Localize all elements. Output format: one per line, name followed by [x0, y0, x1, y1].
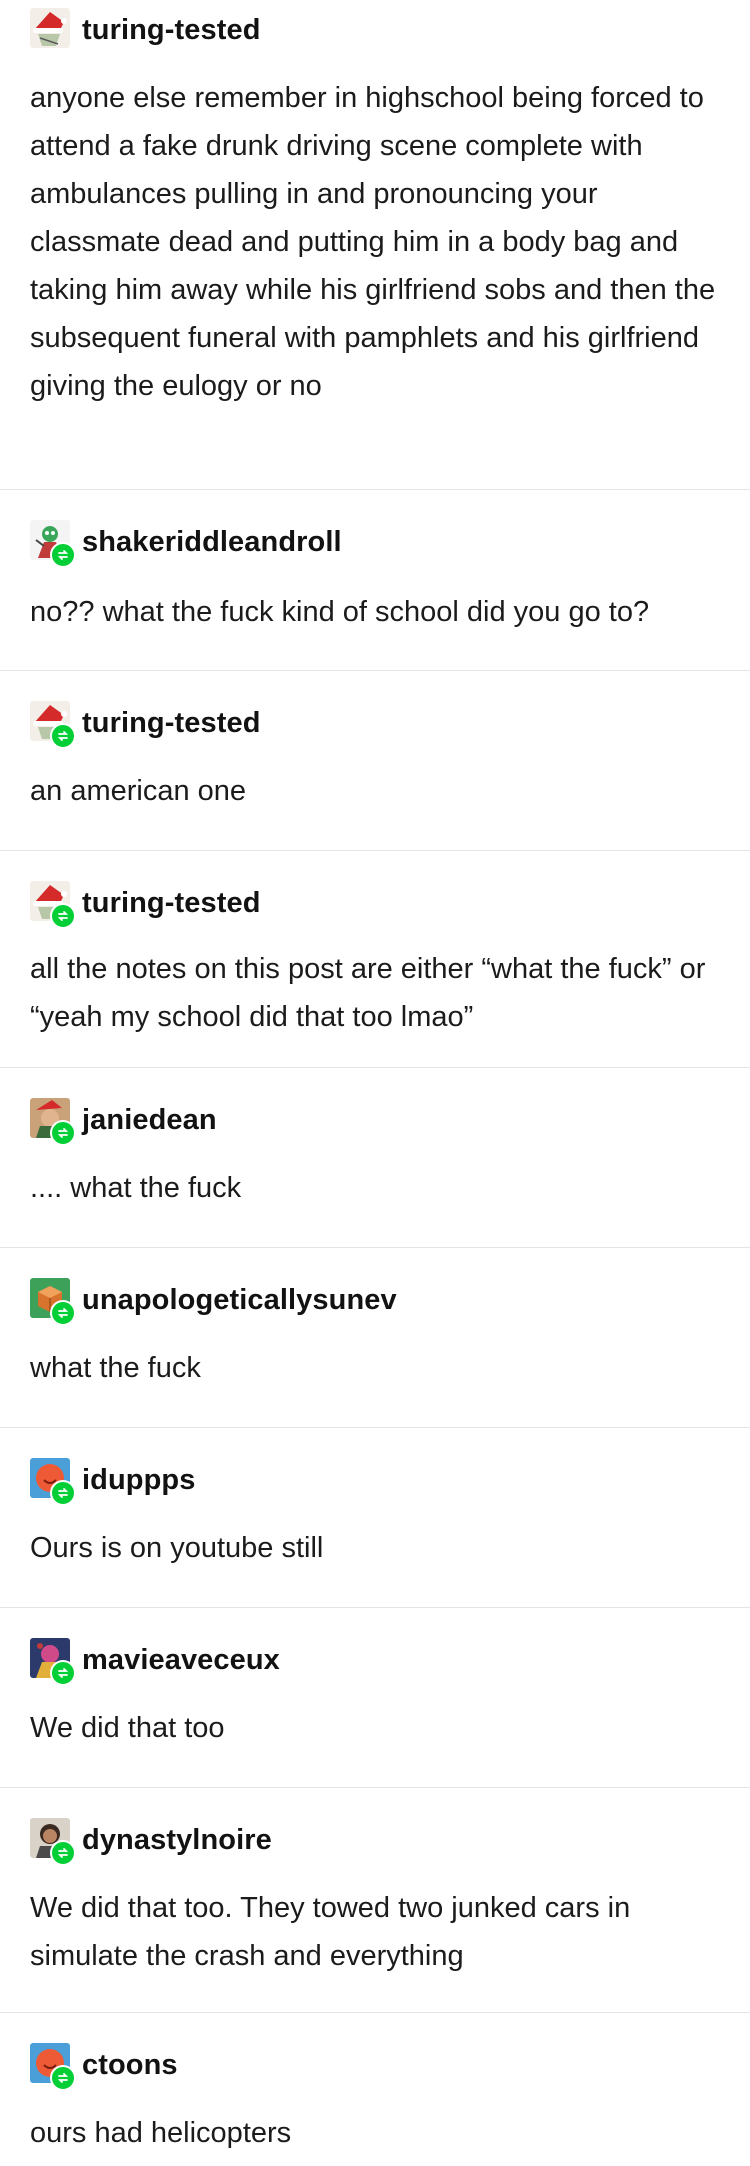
reblog-icon	[50, 1300, 76, 1326]
reblog-icon	[50, 723, 76, 749]
post-username[interactable]: turing-tested	[82, 887, 261, 920]
post-text: an american one	[30, 775, 247, 807]
post-text: We did that too	[30, 1712, 225, 1744]
santa-hat-avatar-icon[interactable]	[30, 881, 76, 929]
reblog-post: shakeriddleandroll no?? what the fuck ki…	[0, 490, 750, 671]
reblog-icon	[50, 1120, 76, 1146]
post-username[interactable]: unapologeticallysunev	[82, 1284, 397, 1317]
reblog-thread: turing-tested anyone else remember in hi…	[0, 0, 750, 2166]
post-username[interactable]: shakeriddleandroll	[82, 526, 342, 559]
photo-avatar-icon[interactable]	[30, 1098, 76, 1146]
illustration-avatar-icon[interactable]	[30, 1638, 76, 1686]
santa-hat-avatar-icon[interactable]	[30, 701, 76, 749]
reblog-post: dynastylnoire We did that too. They towe…	[0, 1788, 750, 2013]
reblog-post: mavieaveceux We did that too	[0, 1608, 750, 1788]
post-username[interactable]: iduppps	[82, 1464, 195, 1497]
reblog-post: unapologeticallysunev what the fuck	[0, 1248, 750, 1428]
post-username[interactable]: dynastylnoire	[82, 1824, 272, 1857]
reblog-icon	[50, 542, 76, 568]
reblog-icon	[50, 1480, 76, 1506]
reblog-post: iduppps Ours is on youtube still	[0, 1428, 750, 1608]
santa-hat-avatar-icon[interactable]	[30, 8, 74, 52]
reblog-post: turing-tested an american one	[0, 671, 750, 851]
post-text: ours had helicopters	[30, 2117, 292, 2149]
post-text: We did that too. They towed two junked c…	[30, 1892, 631, 1972]
post-original: turing-tested anyone else remember in hi…	[0, 0, 750, 490]
reblog-icon	[50, 2065, 76, 2091]
post-text: no?? what the fuck kind of school did yo…	[30, 596, 650, 628]
post-text: anyone else remember in highschool being…	[30, 82, 716, 402]
post-text: what the fuck	[30, 1352, 201, 1384]
cube-avatar-icon[interactable]	[30, 1278, 76, 1326]
post-username[interactable]: janiedean	[82, 1104, 217, 1137]
post-username[interactable]: mavieaveceux	[82, 1644, 280, 1677]
reblog-post: ctoons ours had helicopters	[0, 2013, 750, 2166]
reblog-post: janiedean .... what the fuck	[0, 1068, 750, 1248]
cartoon-avatar-icon[interactable]	[30, 520, 76, 568]
post-username[interactable]: ctoons	[82, 2049, 178, 2082]
reblog-post: turing-tested all the notes on this post…	[0, 851, 750, 1068]
post-text: all the notes on this post are either “w…	[30, 953, 706, 1033]
post-text: .... what the fuck	[30, 1172, 242, 1204]
reblog-icon	[50, 1840, 76, 1866]
post-text: Ours is on youtube still	[30, 1532, 324, 1564]
post-username[interactable]: turing-tested	[82, 14, 261, 47]
reblog-icon	[50, 1660, 76, 1686]
post-username[interactable]: turing-tested	[82, 707, 261, 740]
reblog-icon	[50, 903, 76, 929]
orange-circle-avatar-icon[interactable]	[30, 1458, 76, 1506]
orange-circle-avatar-icon[interactable]	[30, 2043, 76, 2091]
portrait-avatar-icon[interactable]	[30, 1818, 76, 1866]
